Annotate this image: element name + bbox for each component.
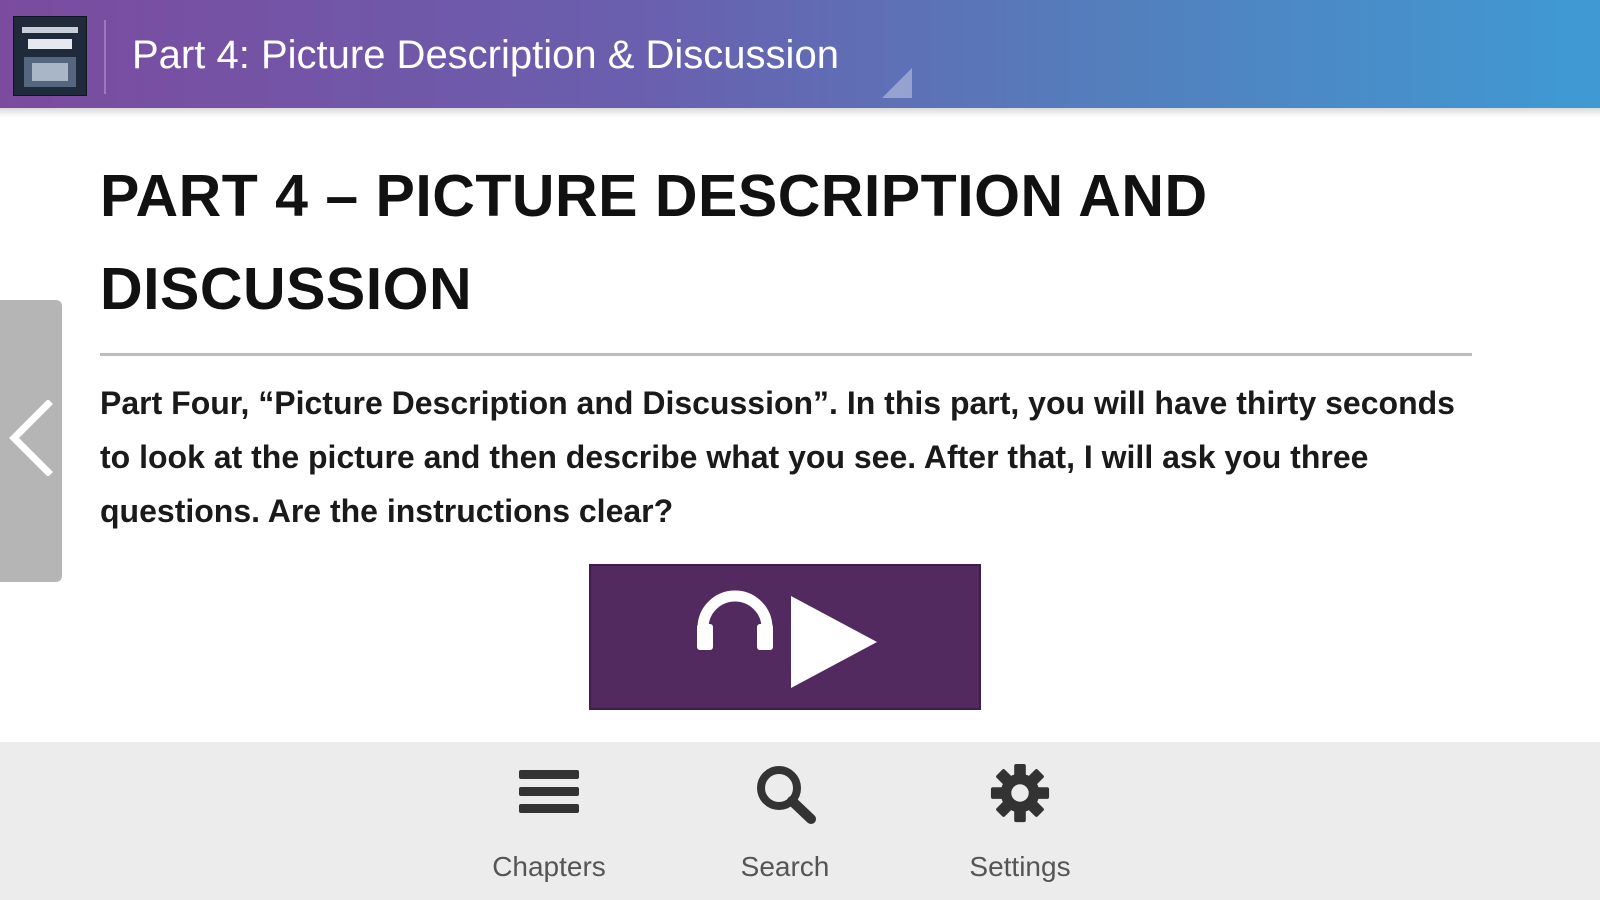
top-app-bar: Part 4: Picture Description & Discussion	[0, 0, 1600, 108]
menu-icon	[519, 770, 579, 813]
search-icon	[757, 766, 816, 824]
previous-page-button[interactable]	[0, 300, 62, 582]
title-divider	[104, 20, 106, 94]
top-bar-shadow	[0, 108, 1600, 118]
search-label: Search	[740, 851, 830, 882]
gear-icon	[990, 763, 1050, 823]
search-button[interactable]: Search	[695, 762, 875, 882]
play-audio-button[interactable]	[589, 564, 981, 710]
heading-divider	[100, 353, 1472, 356]
book-cover-thumbnail[interactable]	[13, 16, 87, 96]
bottom-navigation: Chapters Search Settings	[0, 742, 1600, 900]
chapters-label: Chapters	[492, 851, 606, 882]
dropdown-corner-icon[interactable]	[882, 68, 912, 98]
headphones-icon	[697, 590, 773, 650]
play-icon	[791, 596, 877, 688]
chapter-title[interactable]: Part 4: Picture Description & Discussion	[132, 30, 839, 80]
chapters-button[interactable]: Chapters	[459, 762, 639, 882]
content-area: PART 4 – PICTURE DESCRIPTION AND DISCUSS…	[100, 150, 1470, 336]
instructions-text: Part Four, “Picture Description and Disc…	[100, 385, 1455, 529]
settings-label: Settings	[969, 851, 1071, 882]
settings-button[interactable]: Settings	[930, 762, 1110, 882]
page-heading: PART 4 – PICTURE DESCRIPTION AND DISCUSS…	[100, 163, 1208, 322]
chevron-left-icon	[9, 400, 53, 476]
